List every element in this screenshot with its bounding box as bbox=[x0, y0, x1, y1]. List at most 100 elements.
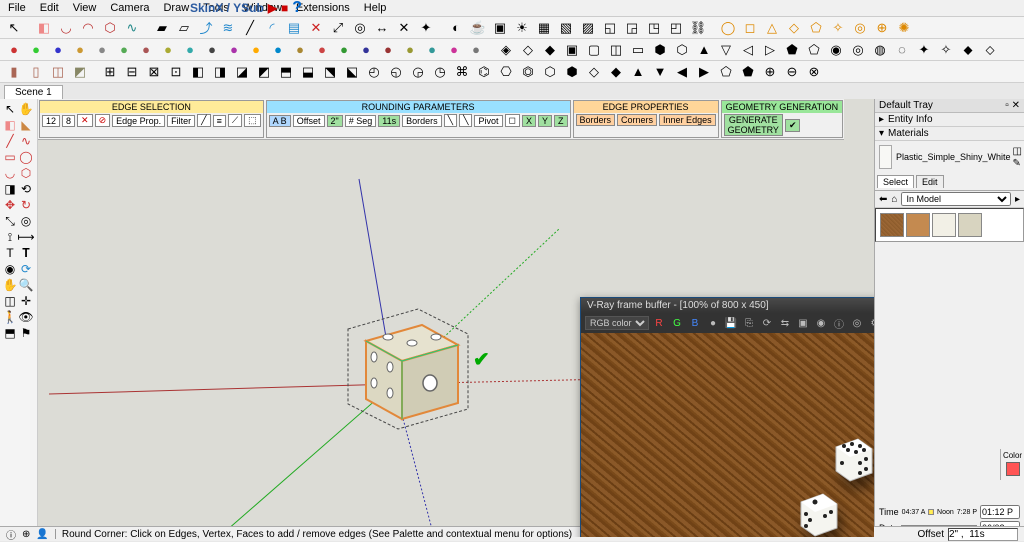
mat-eyedrop-icon[interactable]: ✎ bbox=[1013, 158, 1022, 169]
num-8[interactable]: 8 bbox=[62, 115, 75, 127]
arrow-up-icon[interactable]: ⤴ bbox=[196, 18, 216, 38]
help-icon[interactable]: ? bbox=[292, 0, 302, 17]
wave-icon[interactable]: ∿ bbox=[122, 18, 142, 38]
vray-frame-buffer[interactable]: V-Ray frame buffer - [100% of 800 x 450]… bbox=[580, 297, 874, 537]
eraser-icon[interactable]: ◧ bbox=[34, 18, 54, 38]
die-model[interactable] bbox=[318, 279, 498, 459]
lt-scale-icon[interactable]: ⤡ bbox=[2, 213, 18, 229]
sb-i1-icon[interactable]: ⓘ bbox=[6, 527, 16, 542]
sb-i3-icon[interactable]: 👤 bbox=[36, 529, 48, 540]
vfb-region-icon[interactable]: ▣ bbox=[795, 315, 811, 331]
scene-tab[interactable]: Scene 1 bbox=[4, 85, 63, 99]
offset-field[interactable] bbox=[948, 528, 1018, 541]
shape8-icon[interactable]: ⊕ bbox=[872, 18, 892, 38]
materials-toggle[interactable]: ▾ bbox=[879, 128, 884, 139]
star-icon[interactable]: ✦ bbox=[416, 18, 436, 38]
arc2-icon[interactable]: ◠ bbox=[78, 18, 98, 38]
lt-walk-icon[interactable]: 🚶 bbox=[2, 309, 18, 325]
shape9-icon[interactable]: ✺ bbox=[894, 18, 914, 38]
op9-icon[interactable]: ⬒ bbox=[276, 62, 296, 82]
solid6-icon[interactable]: ◫ bbox=[606, 40, 626, 60]
ball7-icon[interactable]: ● bbox=[136, 40, 156, 60]
op11-icon[interactable]: ⬔ bbox=[320, 62, 340, 82]
op20-icon[interactable]: ⏣ bbox=[518, 62, 538, 82]
vfb-r[interactable]: R bbox=[651, 315, 667, 331]
solid21-icon[interactable]: ✧ bbox=[936, 40, 956, 60]
solid8-icon[interactable]: ⬢ bbox=[650, 40, 670, 60]
play-icon[interactable]: ▶ bbox=[268, 1, 277, 15]
vfb-cc-icon[interactable]: ◉ bbox=[813, 315, 829, 331]
mat-wood[interactable] bbox=[880, 213, 904, 237]
op21-icon[interactable]: ⬡ bbox=[540, 62, 560, 82]
menu-camera[interactable]: Camera bbox=[110, 2, 149, 14]
solid7-icon[interactable]: ▭ bbox=[628, 40, 648, 60]
lt-offset-icon[interactable]: ◎ bbox=[18, 213, 34, 229]
ball2-icon[interactable]: ● bbox=[26, 40, 46, 60]
pivot-lbl[interactable]: Pivot bbox=[474, 115, 502, 127]
lt-section-icon[interactable]: ⬒ bbox=[2, 325, 18, 341]
cube2-icon[interactable]: ◲ bbox=[622, 18, 642, 38]
seg-val[interactable]: 11s bbox=[378, 115, 400, 127]
pivot-square-icon[interactable]: ◻ bbox=[505, 114, 520, 127]
lt-3dtext-icon[interactable]: 𝐓 bbox=[18, 245, 34, 261]
op3-icon[interactable]: ⊠ bbox=[144, 62, 164, 82]
tray-pin-icon[interactable]: ▫ ✕ bbox=[1005, 100, 1020, 111]
lt-axes-icon[interactable]: ✛ bbox=[18, 293, 34, 309]
op25-icon[interactable]: ▲ bbox=[628, 62, 648, 82]
ball19-icon[interactable]: ● bbox=[400, 40, 420, 60]
lt-tag-icon[interactable]: ⚑ bbox=[18, 325, 34, 341]
solid22-icon[interactable]: ⬥ bbox=[958, 40, 978, 60]
axis-x[interactable]: X bbox=[522, 115, 536, 127]
vfb-copy-icon[interactable]: ⎘ bbox=[741, 315, 757, 331]
solid18-icon[interactable]: ◍ bbox=[870, 40, 890, 60]
op28-icon[interactable]: ▶ bbox=[694, 62, 714, 82]
lt-text-icon[interactable]: T bbox=[2, 245, 18, 261]
op17-icon[interactable]: ⌘ bbox=[452, 62, 472, 82]
ball5-icon[interactable]: ● bbox=[92, 40, 112, 60]
op16-icon[interactable]: ◷ bbox=[430, 62, 450, 82]
op26-icon[interactable]: ▼ bbox=[650, 62, 670, 82]
vfb-channel-select[interactable]: RGB color bbox=[585, 316, 649, 330]
offset-val[interactable]: 2" bbox=[327, 115, 343, 127]
op2-icon[interactable]: ⊟ bbox=[122, 62, 142, 82]
shape1-icon[interactable]: ◯ bbox=[718, 18, 738, 38]
teapot-icon[interactable]: ☕ bbox=[468, 18, 488, 38]
mat-create-icon[interactable]: ◫ bbox=[1013, 146, 1022, 157]
op30-icon[interactable]: ⬟ bbox=[738, 62, 758, 82]
vfb-gear-icon[interactable]: ⚙ bbox=[867, 315, 874, 331]
shape4-icon[interactable]: ◇ bbox=[784, 18, 804, 38]
diag-icon[interactable]: ⤢ bbox=[328, 18, 348, 38]
op22-icon[interactable]: ⬢ bbox=[562, 62, 582, 82]
ball10-icon[interactable]: ● bbox=[202, 40, 222, 60]
op1-icon[interactable]: ⊞ bbox=[100, 62, 120, 82]
op23-icon[interactable]: ◇ bbox=[584, 62, 604, 82]
op33-icon[interactable]: ⊗ bbox=[804, 62, 824, 82]
vfb-titlebar[interactable]: V-Ray frame buffer - [100% of 800 x 450]… bbox=[581, 298, 874, 313]
vfb-lens-icon[interactable]: ◎ bbox=[849, 315, 865, 331]
lt-orbit-icon[interactable]: ⟳ bbox=[18, 261, 34, 277]
viewport[interactable]: EDGE SELECTION 12 8 ✕ ⊘ Edge Prop. Filte… bbox=[38, 99, 874, 537]
ep-corners[interactable]: Corners bbox=[617, 114, 657, 126]
sf2-icon[interactable]: ≡ bbox=[213, 115, 226, 127]
op4-icon[interactable]: ⊡ bbox=[166, 62, 186, 82]
solid15-icon[interactable]: ⬠ bbox=[804, 40, 824, 60]
ball13-icon[interactable]: ● bbox=[268, 40, 288, 60]
gen-check-icon[interactable]: ✔ bbox=[785, 119, 801, 132]
menu-help[interactable]: Help bbox=[364, 2, 387, 14]
lt-poly-icon[interactable]: ⬡ bbox=[18, 165, 34, 181]
solid2-icon[interactable]: ◇ bbox=[518, 40, 538, 60]
ball4-icon[interactable]: ● bbox=[70, 40, 90, 60]
validate-check-icon[interactable]: ✔ bbox=[473, 347, 490, 372]
op31-icon[interactable]: ⊕ bbox=[760, 62, 780, 82]
check-icon[interactable]: ⊘ bbox=[95, 114, 111, 127]
ball3-icon[interactable]: ● bbox=[48, 40, 68, 60]
profile1-icon[interactable]: ╲ bbox=[444, 114, 457, 127]
solid5-icon[interactable]: ▢ bbox=[584, 40, 604, 60]
axis-y[interactable]: Y bbox=[538, 115, 552, 127]
ball9-icon[interactable]: ● bbox=[180, 40, 200, 60]
menu-extensions[interactable]: Extensions bbox=[296, 2, 350, 14]
mat-tan[interactable] bbox=[958, 213, 982, 237]
solid9-icon[interactable]: ⬡ bbox=[672, 40, 692, 60]
arc-icon[interactable]: ◡ bbox=[56, 18, 76, 38]
shape5-icon[interactable]: ⬠ bbox=[806, 18, 826, 38]
